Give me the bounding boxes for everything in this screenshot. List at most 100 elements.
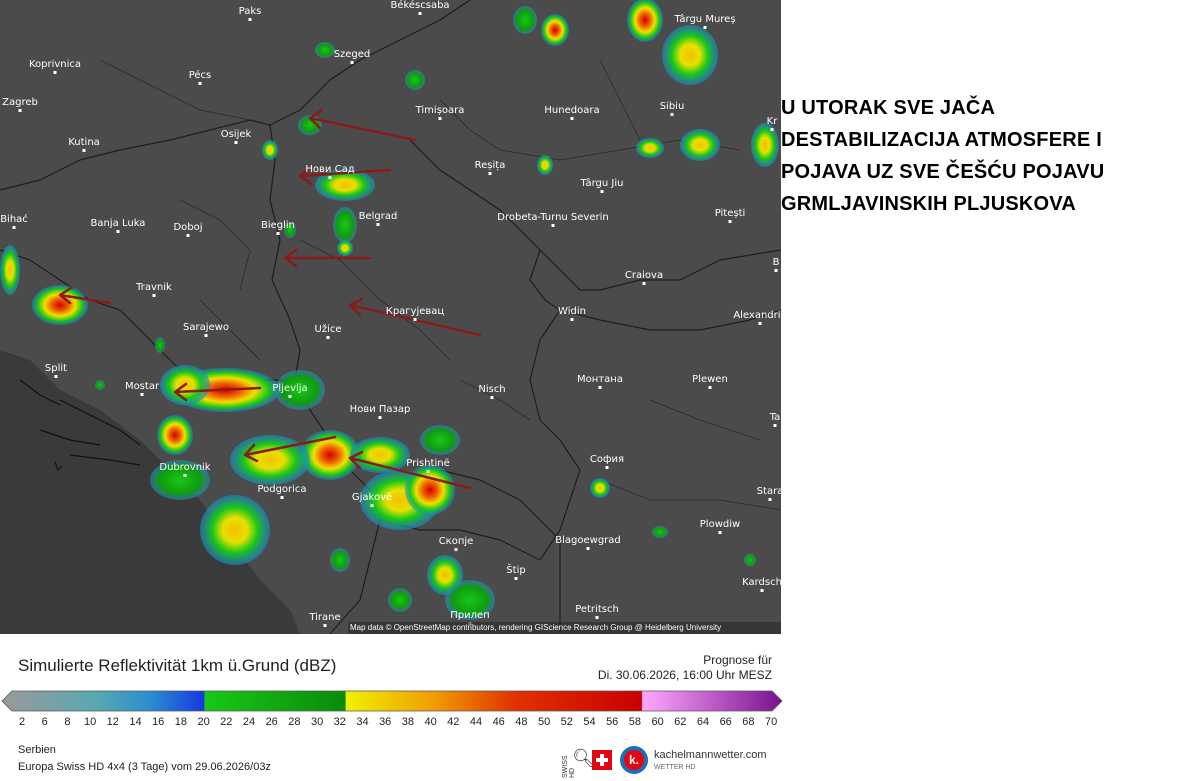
scale-tick-label: 26 (265, 716, 278, 728)
city-name: Скопје (439, 535, 474, 547)
city-name: Kr (767, 116, 779, 127)
scale-tick-label: 38 (401, 716, 415, 728)
city-dot (183, 474, 187, 477)
city-dot (140, 393, 144, 396)
city-name: Petritsch (575, 604, 619, 615)
city-dot (426, 470, 430, 473)
city-dot (198, 82, 202, 85)
city-name: Prishtinë (406, 458, 449, 469)
city-dot (54, 375, 58, 378)
city-name: Прилеп (450, 610, 489, 621)
city-dot (551, 224, 555, 227)
city-dot (12, 226, 16, 229)
city-dot (376, 223, 380, 226)
scale-tick-label: 14 (129, 716, 142, 728)
city-name: Nisch (478, 384, 505, 395)
region-label: Serbien (18, 744, 56, 756)
city-dot (770, 128, 774, 131)
scale-tick-label: 16 (152, 716, 165, 728)
scale-tick-label: 46 (492, 716, 505, 728)
city-name: Drobeta-Turnu Severin (497, 212, 608, 223)
city-name: Szeged (334, 49, 371, 60)
city-dot (18, 109, 22, 112)
city-dot (605, 466, 609, 469)
scale-tick-label: 48 (515, 716, 528, 728)
city-name: Doboj (173, 222, 202, 233)
scale-tick-label: 28 (288, 716, 301, 728)
city-dot (570, 117, 574, 120)
city-name: Split (45, 363, 67, 374)
city-dot (728, 220, 732, 223)
city-dot (413, 318, 417, 321)
city-name: Štip (506, 563, 525, 576)
city-name: Sarajewo (183, 322, 229, 333)
scale-tick-label: 52 (560, 716, 573, 728)
city-dot (708, 386, 712, 389)
swiss-flag-icon (592, 750, 612, 770)
city-dot (718, 531, 722, 534)
city-name: Blagoewgrad (555, 535, 621, 546)
city-dot (204, 334, 208, 337)
scale-tick-label: 56 (606, 716, 619, 728)
city-name: Kardsch (742, 577, 781, 588)
headline-line: DESTABILIZACIJA ATMOSFERE I (781, 129, 1102, 151)
city-dot (350, 61, 354, 64)
city-name: Podgorica (257, 484, 306, 495)
city-name: Hunedoara (544, 105, 599, 116)
city-name: Reșița (475, 160, 506, 171)
headline: U UTORAK SVE JAČA DESTABILIZACIJA ATMOSF… (781, 92, 1196, 220)
city-name: Mostar (125, 381, 160, 392)
city-name: Sibiu (660, 101, 685, 112)
radar-map[interactable]: Paks Békéscsaba Târgu Mureș Koprivnica Pécs S… (0, 0, 781, 634)
model-label: Europa Swiss HD 4x4 (3 Tage) vom 29.06.2… (18, 761, 271, 773)
city-dot (152, 294, 156, 297)
city-dot (323, 624, 327, 627)
city-name: Timișoara (415, 105, 465, 116)
city-dot (760, 589, 764, 592)
scale-tick-label: 70 (764, 716, 778, 728)
city-dot (82, 149, 86, 152)
brand-name[interactable]: kachelmannwetter.com (654, 749, 767, 761)
city-name: Užice (315, 323, 342, 335)
city-dot (418, 12, 422, 15)
city-dot (234, 141, 238, 144)
city-name: Dubrovnik (159, 462, 210, 473)
k-letter: k. (624, 750, 644, 770)
city-dot (774, 269, 778, 272)
scale-tick-label: 6 (41, 716, 48, 728)
city-dot (116, 230, 120, 233)
city-name: Paks (239, 6, 262, 17)
scale-tick-label: 64 (696, 716, 710, 728)
city-dot (53, 71, 57, 74)
city-dot (758, 322, 762, 325)
scale-tick-label: 22 (220, 716, 233, 728)
scale-tick-label: 58 (628, 716, 642, 728)
city-dot (490, 396, 494, 399)
city-dot (600, 190, 604, 193)
headline-line: GRMLJAVINSKIH PLJUSKOVA (781, 193, 1077, 215)
city-dot (454, 548, 458, 551)
city-name: Belgrad (359, 211, 398, 222)
scale-ticks: 2 6 8 10 12 14 16 18 20 22 24 26 28 30 32 34 36 38 40 42 44 4… (0, 716, 800, 732)
scale-tick-label: 32 (333, 716, 346, 728)
city-dot (326, 336, 330, 339)
city-dot (595, 616, 599, 619)
city-name: Нови Сад (305, 164, 354, 175)
forecast-time: Di. 30.06.2026, 16:00 Uhr MESZ (597, 668, 772, 682)
city-dot (370, 504, 374, 507)
city-name: Widin (558, 306, 586, 317)
headline-line: U UTORAK SVE JAČA (781, 97, 996, 119)
scale-tick-label: 30 (310, 716, 324, 728)
city-name: Tirane (308, 612, 340, 623)
city-name: Pljevlja (272, 383, 307, 394)
map-canvas: Paks Békéscsaba Târgu Mureș Koprivnica Pécs S… (0, 0, 781, 634)
scale-tick-label: 34 (356, 716, 369, 728)
scale-tick-label: 24 (242, 716, 256, 728)
city-dot (488, 172, 492, 175)
city-dot (276, 232, 280, 235)
city-name: Banja Luka (91, 218, 146, 229)
city-dot (670, 113, 674, 116)
forecast-label: Prognose für (703, 653, 772, 667)
city-name: Bieglin (261, 220, 295, 231)
city-name: Bihać (0, 213, 28, 225)
